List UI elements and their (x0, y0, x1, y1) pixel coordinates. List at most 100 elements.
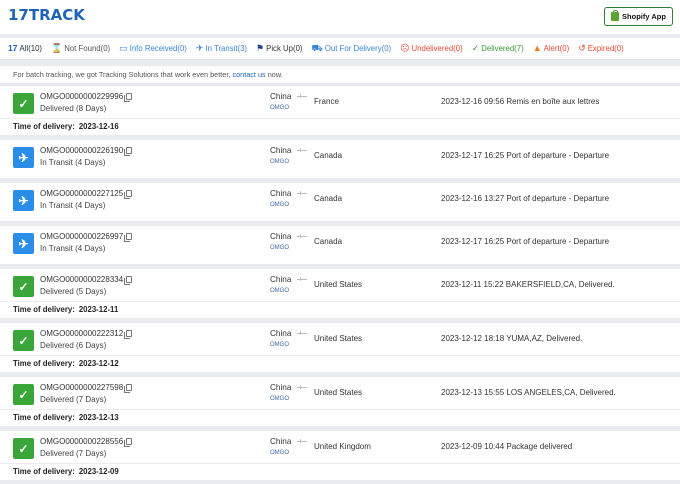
copy-icon[interactable] (124, 147, 133, 156)
plane-icon: ✈ (13, 147, 34, 168)
time-of-delivery: Time of delivery: 2023-12-11 (13, 305, 119, 314)
shopify-app-label: Shopify App (622, 12, 666, 21)
tracking-number[interactable]: OMGO0000000229996 (40, 92, 123, 101)
tab-pick-up[interactable]: ⚑ Pick Up(0) (256, 43, 302, 54)
shopify-bag-icon (611, 10, 620, 21)
carrier-name[interactable]: OMGO (270, 288, 289, 294)
tab-in-transit[interactable]: ✈ In Transit(3) (196, 44, 247, 54)
shipment-status: In Transit (4 Days) (40, 244, 106, 253)
copy-icon[interactable] (124, 233, 133, 242)
carrier-name[interactable]: OMGO (270, 450, 289, 456)
divider (0, 118, 680, 119)
tracking-number[interactable]: OMGO0000000228556 (40, 437, 123, 446)
route-plane-icon (297, 385, 307, 389)
tab-undelivered[interactable]: ☹ Undelivered(0) (400, 43, 463, 54)
check-icon: ✓ (13, 276, 34, 297)
latest-event: 2023-12-16 13:27 Port of departure - Dep… (441, 194, 610, 203)
tracking-number[interactable]: OMGO0000000228334 (40, 275, 123, 284)
copy-icon[interactable] (124, 330, 133, 339)
shipment-status: Delivered (5 Days) (40, 287, 107, 296)
tracking-number[interactable]: OMGO0000000227598 (40, 383, 123, 392)
shipment-card[interactable]: ✓ OMGO0000000228334 Delivered (5 Days) C… (0, 269, 680, 318)
tracking-number[interactable]: OMGO0000000226190 (40, 146, 123, 155)
tab-all[interactable]: 17 All(10) (8, 44, 42, 53)
tab-expired[interactable]: ↺ Expired(0) (578, 43, 624, 54)
copy-icon[interactable] (124, 438, 133, 447)
origin-country: China (270, 383, 292, 392)
hourglass-icon: ⌛ (51, 43, 63, 53)
check-icon: ✓ (13, 330, 34, 351)
time-of-delivery: Time of delivery: 2023-12-13 (13, 413, 119, 422)
latest-event: 2023-12-17 16:25 Port of departure - Dep… (441, 151, 610, 160)
contact-us-link[interactable]: contact us (232, 70, 265, 79)
plane-icon: ✈ (13, 233, 34, 254)
copy-icon[interactable] (124, 276, 133, 285)
copy-icon[interactable] (124, 384, 133, 393)
carrier-name[interactable]: OMGO (270, 396, 289, 402)
latest-event: 2023-12-11 15:22 BAKERSFIELD,CA, Deliver… (441, 280, 615, 289)
carrier-name[interactable]: OMGO (270, 105, 289, 111)
latest-event: 2023-12-17 16:25 Port of departure - Dep… (441, 237, 610, 246)
warning-icon: ▲ (532, 43, 542, 53)
batch-tracking-notice: For batch tracking, we got Tracking Solu… (0, 66, 680, 83)
shipment-card[interactable]: ✈ OMGO0000000226190 In Transit (4 Days) … (0, 140, 680, 178)
shipment-card[interactable]: ✈ OMGO0000000226997 In Transit (4 Days) … (0, 226, 680, 264)
destination-country: United Kingdom (314, 442, 371, 451)
shipment-card[interactable]: ✓ OMGO0000000227598 Delivered (7 Days) C… (0, 377, 680, 426)
tab-out-for-delivery[interactable]: ⛟ Out For Delivery(0) (312, 44, 392, 54)
origin-country: China (270, 329, 292, 338)
destination-country: Canada (314, 237, 343, 246)
divider (0, 301, 680, 302)
origin-country: China (270, 275, 292, 284)
flag-icon: ⚑ (256, 43, 265, 53)
route-plane-icon (297, 94, 307, 98)
logo-icon: 17 (8, 43, 18, 54)
route-plane-icon (297, 234, 307, 238)
divider (0, 409, 680, 410)
shipment-status: Delivered (7 Days) (40, 395, 107, 404)
divider (0, 355, 680, 356)
copy-icon[interactable] (124, 93, 133, 102)
check-icon: ✓ (13, 384, 34, 405)
carrier-name[interactable]: OMGO (270, 245, 289, 251)
shipment-card[interactable]: ✓ OMGO0000000228556 Delivered (7 Days) C… (0, 431, 680, 480)
shipment-card[interactable]: ✓ OMGO0000000229996 Delivered (8 Days) C… (0, 86, 680, 135)
tracking-number[interactable]: OMGO0000000227125 (40, 189, 123, 198)
time-of-delivery: Time of delivery: 2023-12-12 (13, 359, 119, 368)
history-icon: ↺ (578, 43, 586, 53)
origin-country: China (270, 146, 292, 155)
shipment-card[interactable]: ✓ OMGO0000000222312 Delivered (6 Days) C… (0, 323, 680, 372)
logo[interactable]: 17TRACK (8, 6, 85, 24)
shopify-app-button[interactable]: Shopify App (604, 7, 673, 26)
shipment-status: Delivered (7 Days) (40, 449, 107, 458)
sad-face-icon: ☹ (400, 43, 410, 53)
latest-event: 2023-12-09 10:44 Package delivered (441, 442, 573, 451)
route-plane-icon (297, 191, 307, 195)
destination-country: United States (314, 388, 363, 397)
shipment-status: In Transit (4 Days) (40, 158, 106, 167)
tab-delivered[interactable]: ✓ Delivered(7) (472, 44, 524, 54)
route-plane-icon (297, 148, 307, 152)
shipment-card[interactable]: ✈ OMGO0000000227125 In Transit (4 Days) … (0, 183, 680, 221)
tracking-number[interactable]: OMGO0000000226997 (40, 232, 123, 241)
shipment-status: Delivered (6 Days) (40, 341, 107, 350)
carrier-name[interactable]: OMGO (270, 202, 289, 208)
destination-country: United States (314, 334, 363, 343)
destination-country: Canada (314, 151, 343, 160)
carrier-name[interactable]: OMGO (270, 159, 289, 165)
tracking-number[interactable]: OMGO0000000222312 (40, 329, 123, 338)
shipment-status: In Transit (4 Days) (40, 201, 106, 210)
tab-not-found[interactable]: ⌛ Not Found(0) (51, 43, 110, 54)
latest-event: 2023-12-16 09:56 Remis en boîte aux lett… (441, 97, 600, 106)
carrier-name[interactable]: OMGO (270, 342, 289, 348)
tab-alert[interactable]: ▲ Alert(0) (532, 43, 569, 54)
origin-country: China (270, 189, 292, 198)
time-of-delivery: Time of delivery: 2023-12-16 (13, 122, 119, 131)
card-icon: ▭ (119, 43, 128, 53)
copy-icon[interactable] (124, 190, 133, 199)
destination-country: United States (314, 280, 363, 289)
tab-info-received[interactable]: ▭ Info Received(0) (119, 43, 187, 54)
latest-event: 2023-12-13 15:55 LOS ANGELES,CA, Deliver… (441, 388, 616, 397)
route-plane-icon (297, 331, 307, 335)
shipment-list: ✓ OMGO0000000229996 Delivered (8 Days) C… (0, 86, 680, 484)
